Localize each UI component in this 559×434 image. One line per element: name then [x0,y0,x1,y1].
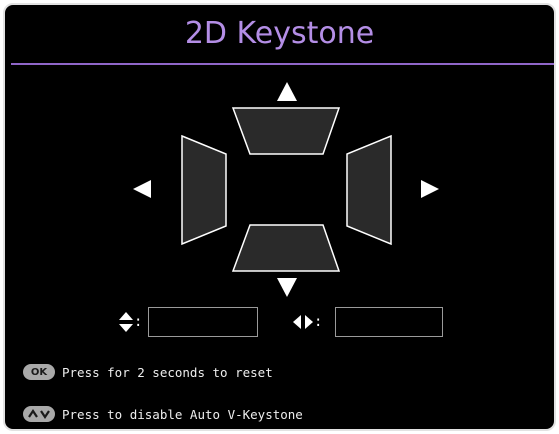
colon-label: : [314,314,323,330]
horizontal-adjust-label: : [292,309,322,335]
horizontal-value-field [335,307,443,337]
ok-key-icon: OK [23,364,55,380]
vertical-adjust-label: : [118,309,142,335]
left-right-icon [293,315,313,329]
keystone-panel: 2D Keystone : : OK Press for 2 seconds t… [3,3,556,431]
left-arrow-icon[interactable] [133,180,151,198]
up-arrow-icon[interactable] [277,82,297,101]
vertical-value-field [148,307,258,337]
down-arrow-icon[interactable] [277,278,297,297]
colon-label: : [134,314,143,330]
auto-keystone-hint: Press to disable Auto V-Keystone [23,405,303,423]
left-keystone-shape[interactable] [181,134,227,246]
top-keystone-shape[interactable] [231,107,341,155]
up-down-icon [119,312,133,332]
up-down-key-icon [23,406,55,422]
right-keystone-shape[interactable] [346,134,392,246]
right-arrow-icon[interactable] [421,180,439,198]
reset-hint-text: Press for 2 seconds to reset [62,364,273,380]
auto-keystone-hint-text: Press to disable Auto V-Keystone [62,406,303,422]
bottom-keystone-shape[interactable] [231,224,341,272]
reset-hint: OK Press for 2 seconds to reset [23,363,273,381]
